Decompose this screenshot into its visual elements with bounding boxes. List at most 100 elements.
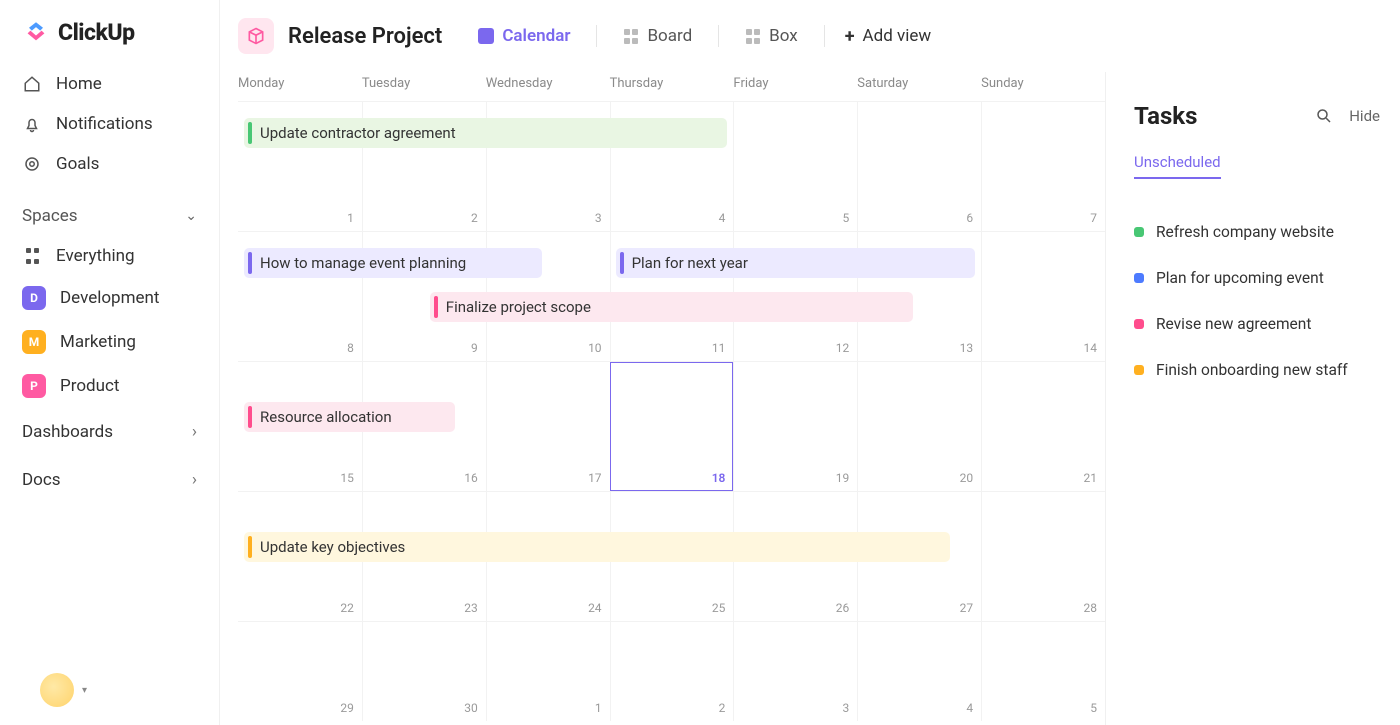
- day-number: 11: [712, 341, 726, 355]
- space-item[interactable]: D Development: [0, 276, 219, 320]
- project-chip[interactable]: Release Project: [238, 18, 442, 54]
- calendar-cell[interactable]: 5: [981, 622, 1105, 721]
- task-item[interactable]: Finish onboarding new staff: [1134, 347, 1380, 393]
- day-number: 3: [595, 211, 602, 225]
- view-tab-calendar[interactable]: Calendar: [472, 22, 576, 50]
- day-number: 24: [588, 601, 602, 615]
- calendar: MondayTuesdayWednesdayThursdayFridaySatu…: [220, 72, 1105, 725]
- task-label: Plan for upcoming event: [1156, 269, 1324, 287]
- add-view-label: Add view: [863, 26, 932, 46]
- calendar-cell[interactable]: 2: [610, 622, 734, 721]
- dow-label: Sunday: [981, 76, 1105, 91]
- calendar-week: 1234567Update contractor agreement: [238, 101, 1105, 231]
- calendar-event[interactable]: Update key objectives: [244, 532, 950, 562]
- nav-notifications[interactable]: Notifications: [0, 104, 219, 144]
- calendar-event[interactable]: Plan for next year: [616, 248, 976, 278]
- box-icon: [745, 28, 761, 44]
- calendar-event[interactable]: How to manage event planning: [244, 248, 542, 278]
- day-number: 5: [1090, 701, 1097, 715]
- task-color-dot: [1134, 365, 1144, 375]
- calendar-cell[interactable]: 5: [733, 102, 857, 231]
- calendar-cell[interactable]: 21: [981, 362, 1105, 491]
- calendar-cell[interactable]: 29: [238, 622, 362, 721]
- event-color-bar: [248, 406, 252, 428]
- space-item[interactable]: MMarketing: [0, 320, 219, 364]
- bell-icon: [22, 114, 42, 134]
- nav-goals[interactable]: Goals: [0, 144, 219, 184]
- day-number: 18: [712, 471, 726, 485]
- view-tab-box[interactable]: Box: [739, 22, 804, 50]
- task-item[interactable]: Revise new agreement: [1134, 301, 1380, 347]
- calendar-cell[interactable]: 1: [486, 622, 610, 721]
- brand-logo[interactable]: ClickUp: [0, 18, 219, 64]
- dow-row: MondayTuesdayWednesdayThursdayFridaySatu…: [238, 72, 1105, 101]
- day-number: 6: [966, 211, 973, 225]
- space-item-label: Development: [60, 288, 159, 308]
- space-badge-icon: P: [22, 374, 46, 398]
- dow-label: Friday: [733, 76, 857, 91]
- calendar-cell[interactable]: 20: [857, 362, 981, 491]
- calendar-cell[interactable]: 18: [610, 362, 734, 491]
- space-badge-icon: D: [22, 286, 46, 310]
- calendar-cell[interactable]: 4: [857, 622, 981, 721]
- day-number: 3: [843, 701, 850, 715]
- space-item-label: Marketing: [60, 332, 136, 352]
- day-number: 23: [464, 601, 478, 615]
- add-view-button[interactable]: + Add view: [845, 26, 931, 47]
- day-number: 8: [347, 341, 354, 355]
- space-everything[interactable]: Everything: [0, 236, 219, 276]
- day-number: 14: [1083, 341, 1097, 355]
- calendar-cell[interactable]: 14: [981, 232, 1105, 361]
- target-icon: [22, 154, 42, 174]
- event-title: Plan for next year: [632, 254, 748, 272]
- tasks-panel: Tasks Hide Unscheduled Refresh company w…: [1105, 72, 1400, 725]
- caret-down-icon: ▾: [82, 685, 87, 696]
- nav-docs[interactable]: Docs ›: [0, 456, 219, 504]
- user-menu[interactable]: ▾: [40, 673, 87, 707]
- day-number: 7: [1090, 211, 1097, 225]
- calendar-event[interactable]: Resource allocation: [244, 402, 455, 432]
- calendar-cell[interactable]: 30: [362, 622, 486, 721]
- calendar-event[interactable]: Update contractor agreement: [244, 118, 727, 148]
- chevron-right-icon: ›: [192, 470, 197, 490]
- chevron-down-icon: ⌄: [185, 208, 197, 224]
- calendar-cell[interactable]: 7: [981, 102, 1105, 231]
- nav-docs-label: Docs: [22, 470, 61, 490]
- space-item[interactable]: PProduct: [0, 364, 219, 408]
- calendar-cell[interactable]: 19: [733, 362, 857, 491]
- nav-dashboards[interactable]: Dashboards ›: [0, 408, 219, 456]
- calendar-cell[interactable]: 28: [981, 492, 1105, 621]
- task-label: Revise new agreement: [1156, 315, 1311, 333]
- day-number: 16: [464, 471, 478, 485]
- calendar-icon: [478, 28, 494, 44]
- calendar-cell[interactable]: 17: [486, 362, 610, 491]
- dow-label: Saturday: [857, 76, 981, 91]
- view-tab-board[interactable]: Board: [617, 22, 698, 50]
- spaces-header-label: Spaces: [22, 206, 78, 226]
- task-label: Refresh company website: [1156, 223, 1334, 241]
- calendar-cell[interactable]: 6: [857, 102, 981, 231]
- day-number: 26: [836, 601, 850, 615]
- event-title: How to manage event planning: [260, 254, 466, 272]
- day-number: 9: [471, 341, 478, 355]
- tasks-tab-unscheduled[interactable]: Unscheduled: [1134, 153, 1221, 179]
- avatar-icon: [40, 673, 74, 707]
- task-item[interactable]: Refresh company website: [1134, 209, 1380, 255]
- calendar-event[interactable]: Finalize project scope: [430, 292, 913, 322]
- event-title: Update contractor agreement: [260, 124, 456, 142]
- dow-label: Thursday: [610, 76, 734, 91]
- hide-button[interactable]: Hide: [1349, 107, 1380, 125]
- calendar-cell[interactable]: 3: [733, 622, 857, 721]
- event-color-bar: [248, 252, 252, 274]
- project-cube-icon: [238, 18, 274, 54]
- view-tab-board-label: Board: [647, 26, 692, 46]
- task-item[interactable]: Plan for upcoming event: [1134, 255, 1380, 301]
- search-icon[interactable]: [1315, 107, 1333, 125]
- main: Release Project Calendar Board Box + Add…: [220, 0, 1400, 725]
- day-number: 1: [595, 701, 602, 715]
- nav-home[interactable]: Home: [0, 64, 219, 104]
- view-tab-calendar-label: Calendar: [502, 26, 570, 46]
- day-number: 10: [588, 341, 602, 355]
- spaces-header[interactable]: Spaces ⌄: [0, 184, 219, 236]
- day-number: 4: [966, 701, 973, 715]
